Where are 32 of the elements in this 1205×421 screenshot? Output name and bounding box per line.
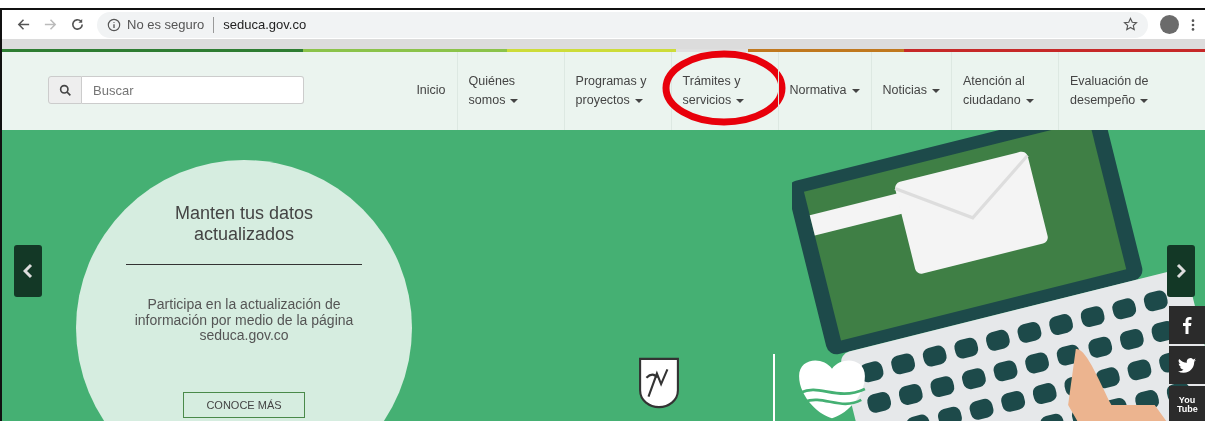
coat-of-arms-icon: [638, 356, 680, 410]
twitter-button[interactable]: [1169, 346, 1205, 384]
address-bar[interactable]: No es seguro seduca.gov.co: [97, 11, 1148, 38]
chevron-right-icon[interactable]: [1176, 263, 1186, 279]
reload-icon[interactable]: [70, 17, 85, 32]
star-icon[interactable]: [1123, 17, 1138, 32]
nav-link[interactable]: Atención al ciudadano: [963, 71, 1047, 111]
previous-button[interactable]: [14, 245, 42, 297]
slide-text: Participa en la actualización de información por medio de la página seduca.gov.co: [133, 297, 355, 344]
search-field[interactable]: Buscar: [82, 76, 304, 104]
avatar-icon[interactable]: [1160, 15, 1179, 34]
next-button[interactable]: [1167, 245, 1195, 297]
facebook-icon[interactable]: [1182, 316, 1192, 334]
facebook-button[interactable]: [1169, 306, 1205, 344]
search-icon[interactable]: [58, 83, 72, 97]
info-icon[interactable]: [107, 17, 121, 32]
slide-title: Manten tus datos actualizados: [173, 203, 315, 245]
bird-icon[interactable]: [1178, 357, 1196, 373]
security-label: No es seguro: [127, 17, 205, 32]
url-text: seduca.gov.co: [223, 17, 307, 32]
nav-link[interactable]: Programas y proyectos: [575, 71, 660, 111]
learn-more-button[interactable]: CONOCE MÁS: [183, 391, 305, 418]
nav-link[interactable]: Noticias: [882, 81, 940, 101]
nav-link[interactable]: Normativa: [789, 81, 860, 101]
menu-icon[interactable]: [1191, 17, 1195, 32]
chevron-left-icon[interactable]: [23, 263, 33, 279]
youtube-button[interactable]: You Tube: [1169, 386, 1205, 421]
back-icon[interactable]: [16, 17, 31, 32]
search-button[interactable]: [48, 76, 82, 104]
nav-link[interactable]: Inicio: [416, 81, 446, 101]
nav-link[interactable]: Evaluación de desempeño: [1070, 71, 1154, 111]
nav-link[interactable]: Quiénes somos: [468, 71, 553, 111]
